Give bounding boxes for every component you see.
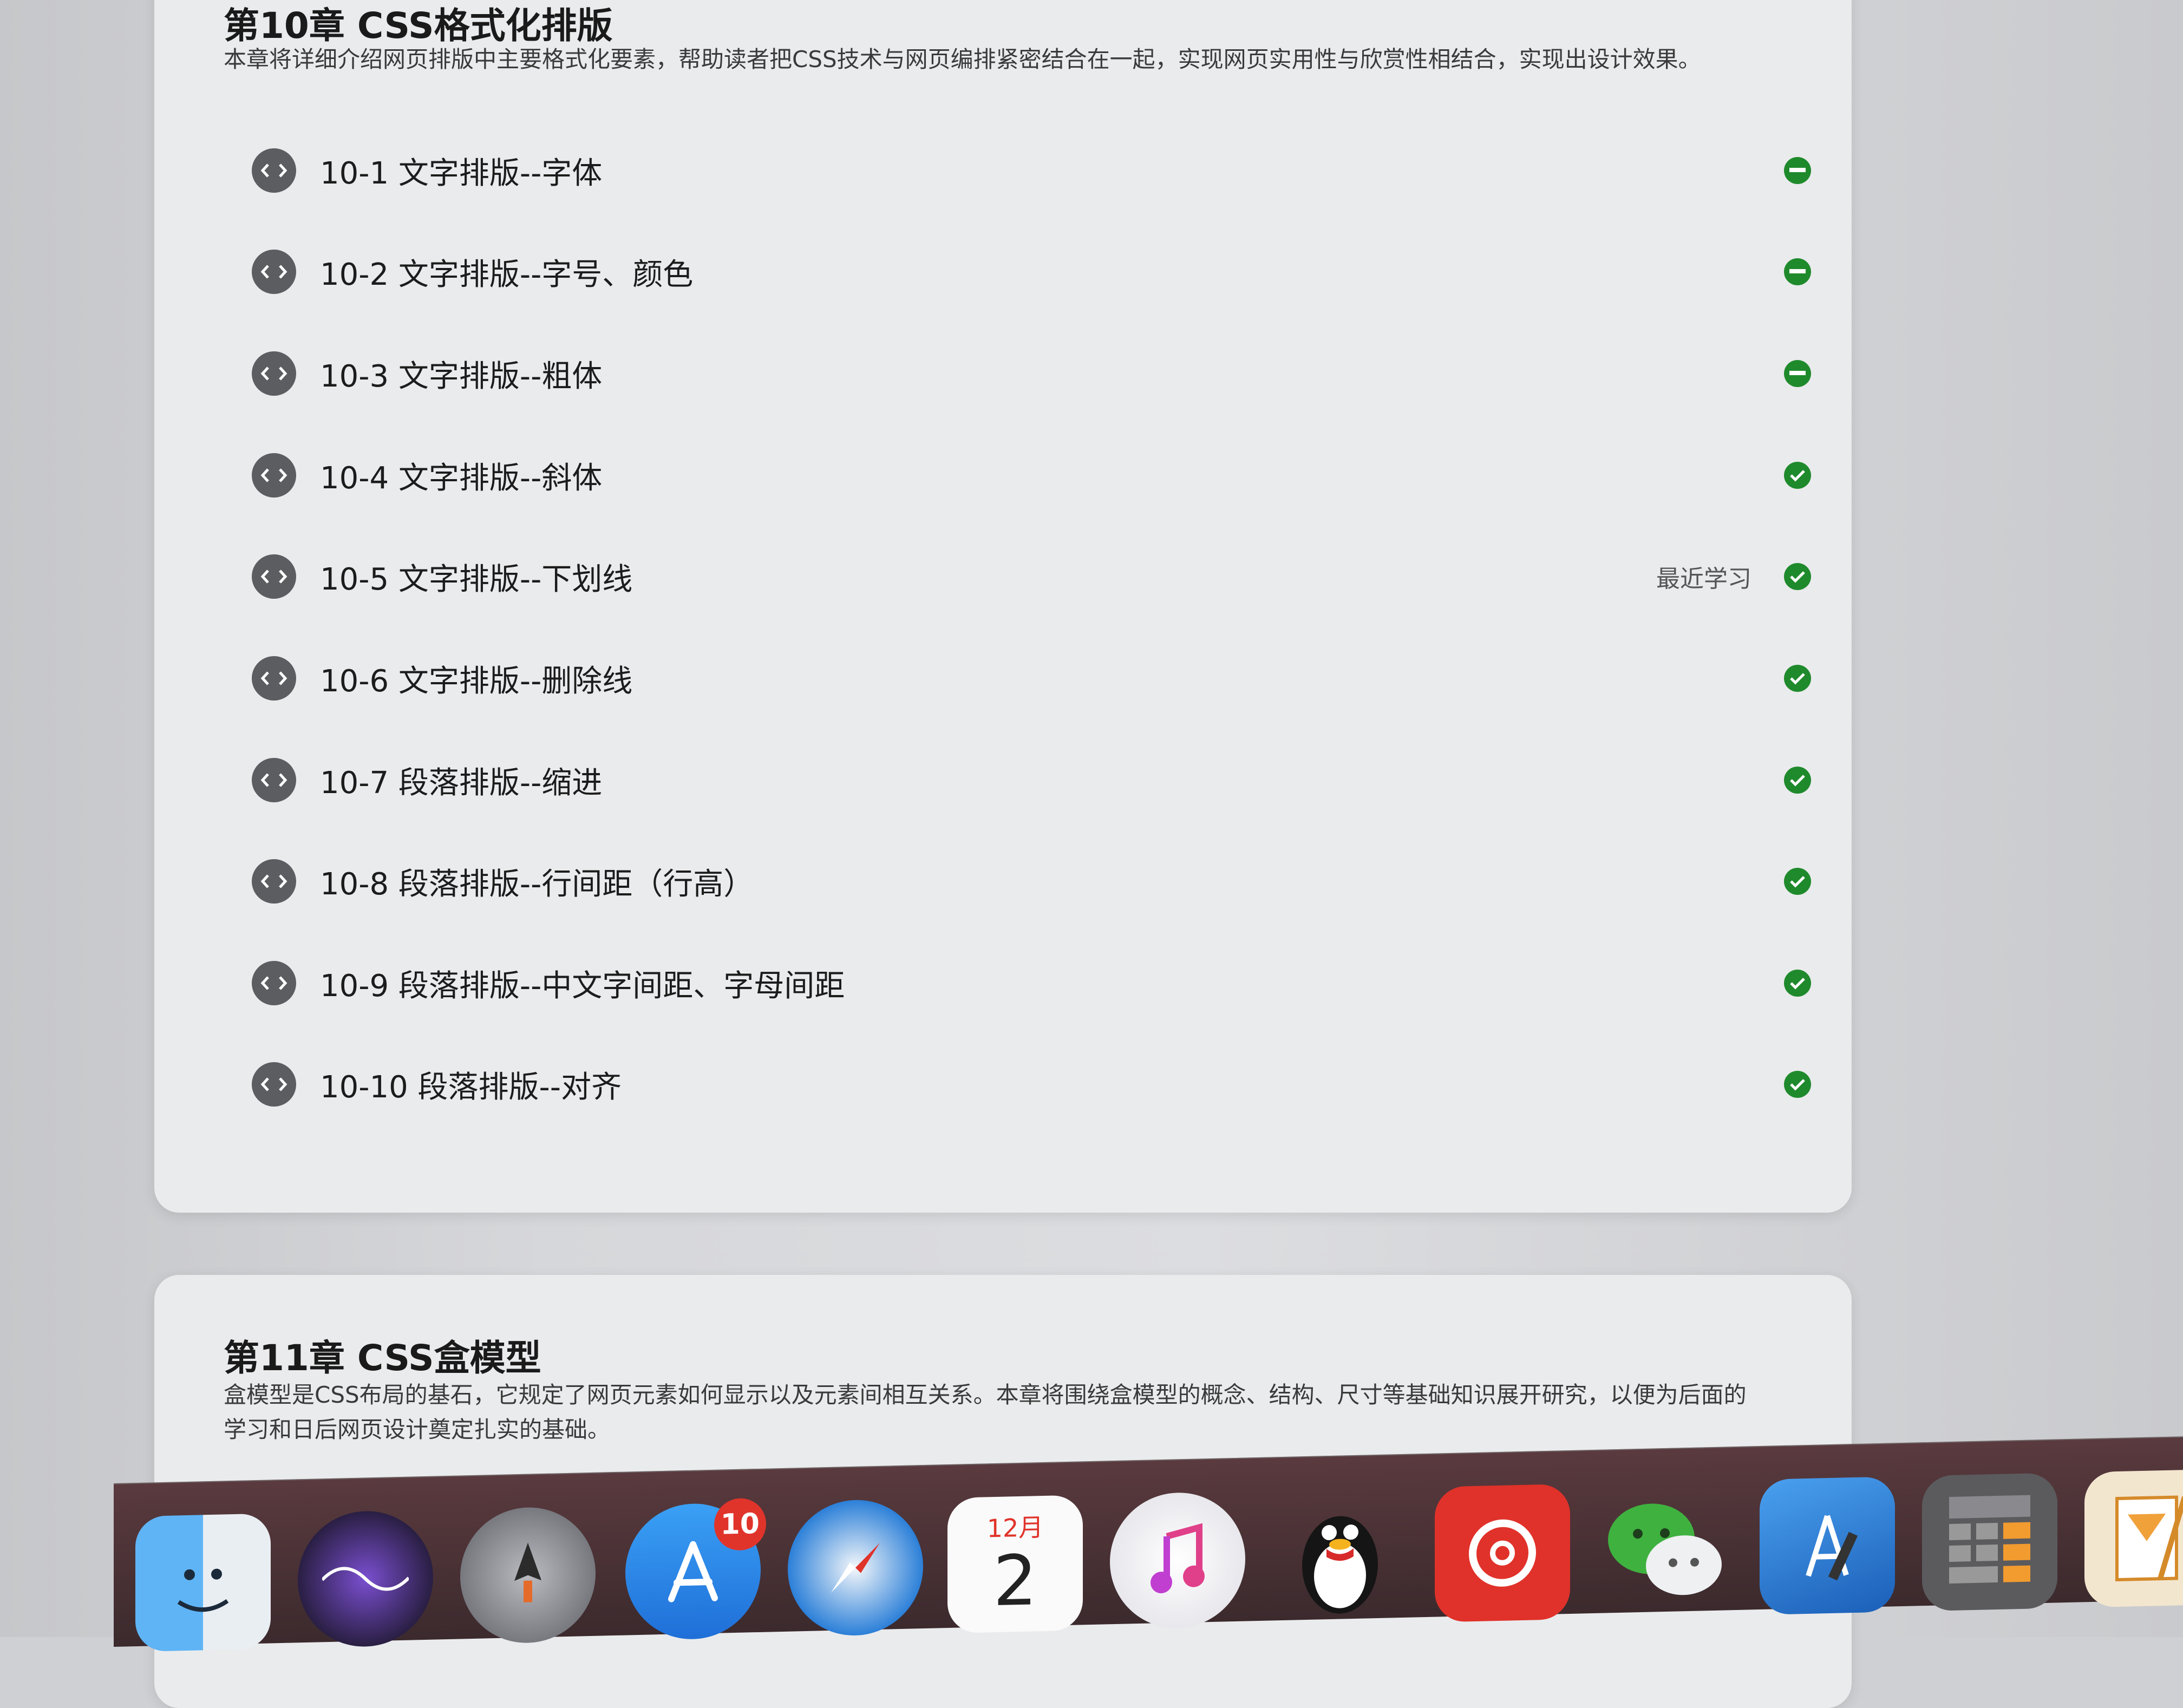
recent-study-label: 最近学习 (1656, 565, 1751, 593)
lesson-title: 10-5 文字排版--下划线 (320, 561, 633, 597)
chapter-description: 盒模型是CSS布局的基石，它规定了网页元素如何显示以及元素间相互关系。本章将围绕… (224, 1382, 1747, 1443)
code-icon (252, 1062, 296, 1107)
xcode-icon[interactable] (1760, 1476, 1895, 1615)
lesson-title: 10-10 段落排版--对齐 (320, 1069, 622, 1105)
checkmark-icon (1784, 970, 1811, 997)
checkmark-icon (1784, 1071, 1811, 1098)
code-icon (252, 351, 296, 396)
calendar-icon[interactable]: 12月 2 (947, 1495, 1083, 1634)
lesson-row[interactable]: 10-5 文字排版--下划线 最近学习 (252, 536, 1811, 617)
qq-penguin-icon[interactable] (1272, 1488, 1408, 1626)
lesson-title: 10-8 段落排版--行间距（行高） (320, 866, 754, 902)
wechat-icon[interactable] (1597, 1480, 1733, 1619)
lesson-title: 10-7 段落排版--缩进 (320, 765, 603, 801)
code-icon (252, 554, 296, 599)
chapter-card: 第10章 CSS格式化排版 本章将详细介绍网页排版中主要格式化要素，帮助读者把C… (154, 0, 1852, 1213)
in-progress-icon (1784, 258, 1811, 285)
lesson-row[interactable]: 10-1 文字排版--字体 (252, 130, 1811, 211)
code-icon (252, 859, 296, 904)
code-icon (252, 250, 296, 294)
siri-icon[interactable] (298, 1509, 433, 1648)
lesson-row[interactable]: 10-6 文字排版--删除线 (252, 638, 1811, 719)
finder-icon[interactable] (135, 1513, 271, 1652)
lesson-row[interactable]: 10-7 段落排版--缩进 (252, 740, 1811, 821)
chapter-title: 第11章 CSS盒模型 (224, 1337, 541, 1379)
lesson-row[interactable]: 10-3 文字排版--粗体 (252, 333, 1811, 414)
lesson-title: 10-9 段落排版--中文字间距、字母间距 (320, 968, 845, 1004)
music-note-icon[interactable] (1110, 1491, 1245, 1630)
pages-icon[interactable] (2084, 1469, 2183, 1608)
calculator-icon[interactable] (1922, 1473, 2057, 1612)
in-progress-icon (1784, 360, 1811, 387)
lesson-title: 10-6 文字排版--删除线 (320, 663, 633, 699)
safari-icon[interactable] (788, 1498, 923, 1637)
lesson-title: 10-1 文字排版--字体 (320, 155, 603, 191)
code-icon (252, 148, 296, 193)
lesson-row[interactable]: 10-10 段落排版--对齐 (252, 1044, 1811, 1125)
code-icon (252, 656, 296, 701)
lesson-title: 10-2 文字排版--字号、颜色 (320, 257, 694, 292)
lesson-title: 10-4 文字排版--斜体 (320, 460, 603, 496)
checkmark-icon (1784, 767, 1811, 794)
netease-music-icon[interactable] (1435, 1483, 1570, 1622)
checkmark-icon (1784, 665, 1811, 692)
in-progress-icon (1784, 157, 1811, 184)
calendar-day: 2 (993, 1540, 1037, 1622)
lesson-row[interactable]: 10-2 文字排版--字号、颜色 (252, 231, 1811, 312)
code-icon (252, 758, 296, 802)
launchpad-icon[interactable] (460, 1506, 596, 1645)
lesson-row[interactable]: 10-9 段落排版--中文字间距、字母间距 (252, 943, 1811, 1024)
lesson-title: 10-3 文字排版--粗体 (320, 358, 603, 394)
code-icon (252, 453, 296, 498)
code-icon (252, 961, 296, 1005)
notification-badge: 10 (714, 1497, 766, 1551)
lesson-row[interactable]: 10-4 文字排版--斜体 (252, 435, 1811, 516)
lesson-row[interactable]: 10-8 段落排版--行间距（行高） (252, 841, 1811, 922)
checkmark-icon (1784, 868, 1811, 895)
app-store-icon[interactable]: 10 (625, 1497, 766, 1641)
lesson-list: 10-1 文字排版--字体 10-2 文字排版--字号、颜色 10-3 文字排版… (154, 0, 1852, 1213)
checkmark-icon (1784, 462, 1811, 489)
checkmark-icon (1784, 563, 1811, 590)
